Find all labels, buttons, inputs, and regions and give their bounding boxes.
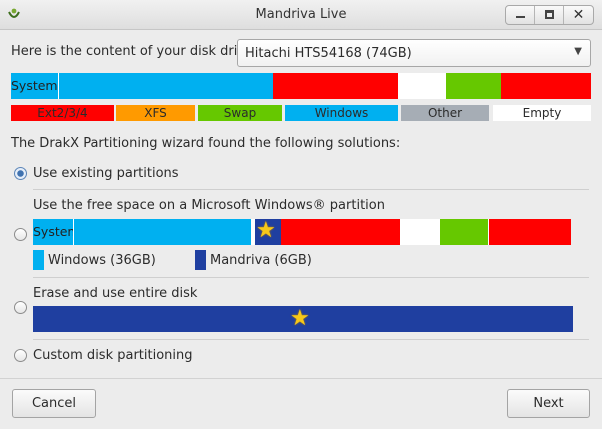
close-button[interactable]: ✕	[564, 6, 593, 24]
erase-disk-bar: ★	[33, 306, 573, 332]
star-icon: ★	[290, 306, 310, 331]
option-divider	[33, 277, 589, 278]
resize-partition-linux-root	[281, 219, 400, 245]
option-divider	[33, 339, 589, 340]
cancel-button[interactable]: Cancel	[12, 389, 96, 418]
close-icon: ✕	[572, 7, 585, 23]
drive-select[interactable]: Hitachi HTS54168 (74GB) ▼	[237, 39, 591, 67]
next-button[interactable]: Next	[507, 389, 590, 418]
resize-partition-system-label: System	[33, 224, 73, 239]
maximize-icon	[545, 10, 554, 19]
minimize-icon	[516, 16, 525, 18]
legend-xfs: XFS	[116, 105, 195, 121]
resize-partition-empty	[400, 219, 440, 245]
star-icon: ★	[256, 218, 276, 243]
windows-size-label: Windows (36GB)	[48, 252, 156, 268]
radio-free-space[interactable]	[14, 228, 27, 241]
title-bar: Mandriva Live ✕	[0, 0, 602, 30]
resize-partition-windows	[74, 219, 251, 245]
resize-partition-swap	[440, 219, 488, 245]
maximize-button[interactable]	[535, 6, 564, 24]
partition-empty[interactable]	[398, 73, 446, 99]
partition-windows[interactable]	[59, 73, 273, 99]
partition-system-label: System	[11, 78, 58, 93]
option-divider	[33, 189, 589, 190]
chevron-down-icon: ▼	[574, 46, 582, 57]
resize-partition-system: System	[33, 219, 73, 245]
wizard-found-text: The DrakX Partitioning wizard found the …	[11, 136, 401, 151]
radio-custom-partitioning[interactable]	[14, 349, 27, 362]
minimize-button[interactable]	[506, 6, 535, 24]
drive-select-value: Hitachi HTS54168 (74GB)	[245, 46, 412, 61]
window-controls: ✕	[505, 5, 594, 25]
option-use-existing-label[interactable]: Use existing partitions	[33, 166, 179, 181]
legend-swap: Swap	[198, 105, 282, 121]
partition-linux-root[interactable]	[273, 73, 398, 99]
legend-ext: Ext2/3/4	[11, 105, 114, 121]
mandriva-color-swatch	[195, 250, 206, 270]
option-free-space-label[interactable]: Use the free space on a Microsoft Window…	[33, 198, 385, 213]
option-erase-label[interactable]: Erase and use entire disk	[33, 286, 197, 301]
legend-other: Other	[401, 105, 489, 121]
mandriva-size-label: Mandriva (6GB)	[210, 252, 312, 268]
footer-divider	[0, 378, 602, 379]
resize-partition-bar[interactable]: System ★	[33, 219, 571, 245]
radio-use-existing[interactable]	[14, 167, 27, 180]
resize-partition-linux-home	[489, 219, 571, 245]
option-custom-label[interactable]: Custom disk partitioning	[33, 348, 193, 363]
partition-system[interactable]: System	[11, 73, 58, 99]
legend-mandriva-size: Mandriva (6GB)	[195, 250, 312, 270]
windows-color-swatch	[33, 250, 44, 270]
radio-erase-disk[interactable]	[14, 301, 27, 314]
drive-label: Here is the content of your disk drive	[11, 44, 254, 59]
legend-windows: Windows	[285, 105, 398, 121]
partition-linux-home[interactable]	[501, 73, 591, 99]
legend-windows-size: Windows (36GB)	[33, 250, 156, 270]
disk-partition-bar[interactable]: System	[11, 73, 591, 99]
partition-swap[interactable]	[446, 73, 501, 99]
legend-empty: Empty	[493, 105, 591, 121]
